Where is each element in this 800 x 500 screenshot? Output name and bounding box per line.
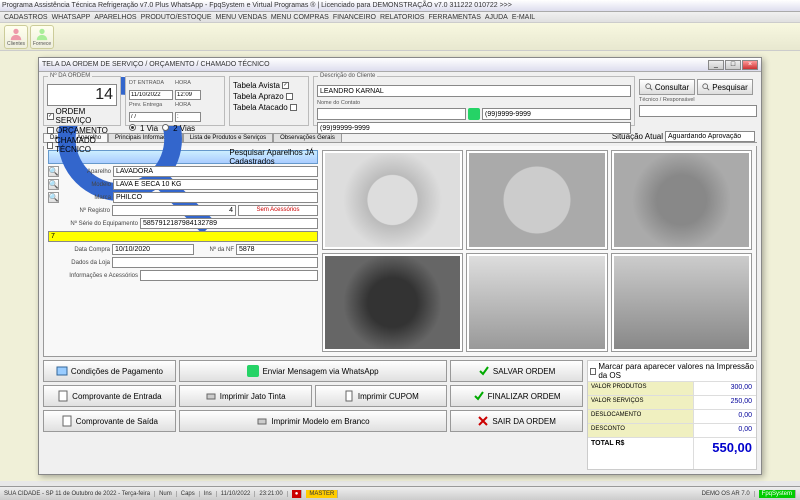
saida-button[interactable]: Comprovante de Saída	[43, 410, 176, 432]
cupom-button[interactable]: Imprimir CUPOM	[315, 385, 448, 407]
info-input[interactable]	[140, 270, 318, 281]
menu-compras[interactable]: MENU COMPRAS	[271, 14, 329, 21]
whatsapp-icon	[247, 365, 259, 377]
menu-whatsapp[interactable]: WHATSAPP	[52, 14, 91, 21]
pesquisar-button[interactable]: Pesquisar	[697, 79, 753, 95]
tecnico-label: Técnico / Responsável	[639, 97, 757, 103]
jato-button[interactable]: Imprimir Jato Tinta	[179, 385, 312, 407]
cliente-nome-input[interactable]	[317, 85, 631, 97]
tabela-atacado-check[interactable]	[290, 104, 297, 111]
dt-entrada-input[interactable]	[129, 90, 173, 100]
actions: Condições de Pagamento Enviar Mensagem v…	[43, 360, 583, 470]
toolbar-clientes[interactable]: Clientes	[4, 25, 28, 49]
maximize-button[interactable]: □	[725, 60, 741, 70]
app-titlebar: Programa Assistência Técnica Refrigeraçã…	[0, 0, 800, 12]
deslocamento: 0,00	[694, 410, 756, 423]
chamado-check[interactable]	[47, 142, 53, 149]
dt-prev-input[interactable]	[129, 112, 173, 122]
aparelho-search-icon[interactable]: 🔍	[48, 166, 59, 177]
statusbar: SUA CIDADE - SP 11 de Outubro de 2022 - …	[0, 486, 800, 500]
close-button[interactable]: ×	[742, 60, 758, 70]
status-master: MASTER	[306, 490, 338, 498]
contato-label: Nome do Contato	[317, 100, 360, 106]
fone2-input[interactable]	[317, 122, 631, 134]
data-compra-input[interactable]	[112, 244, 194, 255]
marca-input[interactable]	[113, 192, 318, 203]
image-3[interactable]	[611, 150, 752, 250]
aparelho-input[interactable]	[113, 166, 318, 177]
tab-obs[interactable]: Observações Gerais	[273, 133, 342, 142]
serie-yellow-input[interactable]	[48, 231, 318, 242]
salvar-button[interactable]: SALVAR ORDEM	[450, 360, 583, 382]
situacao-input[interactable]	[665, 131, 755, 142]
image-grid	[322, 150, 752, 352]
main-toolbar: Clientes Fornece	[0, 23, 800, 51]
marca-search-icon[interactable]: 🔍	[48, 192, 59, 203]
totals-panel: Marcar para aparecer valores na Impressã…	[587, 360, 757, 470]
tabela-group: Tabela Avista✓ Tabela Aprazo Tabela Atac…	[229, 76, 309, 126]
tabela-avista-check[interactable]: ✓	[282, 82, 289, 89]
status-city: SUA CIDADE - SP 11 de Outubro de 2022 - …	[4, 491, 155, 497]
desconto: 0,00	[694, 424, 756, 437]
fone1-input[interactable]	[482, 108, 631, 120]
image-4[interactable]	[322, 253, 463, 353]
condicoes-button[interactable]: Condições de Pagamento	[43, 360, 176, 382]
serie-input[interactable]	[140, 218, 318, 229]
contato-input[interactable]	[317, 108, 466, 120]
ordem-dialog: TELA DA ORDEM DE SERVIÇO / ORÇAMENTO / C…	[38, 57, 762, 475]
ordem-group: Nº DA ORDEM 14 ✓ORDEM SERVIÇO ORÇAMENTO …	[43, 76, 121, 126]
image-5[interactable]	[466, 253, 607, 353]
menubar: CADASTROS WHATSAPP APARELHOS PRODUTO/EST…	[0, 12, 800, 23]
menu-relatorios[interactable]: RELATORIOS	[380, 14, 424, 21]
valor-servicos: 250,00	[694, 396, 756, 409]
menu-aparelhos[interactable]: APARELHOS	[94, 14, 136, 21]
cliente-group: Descrição do Cliente Nome do Contato	[313, 76, 635, 126]
branco-button[interactable]: Imprimir Modelo em Branco	[179, 410, 448, 432]
hora-prev-input[interactable]	[175, 112, 201, 122]
image-6[interactable]	[611, 253, 752, 353]
desc-label: Descrição do Cliente	[318, 73, 377, 79]
registro-input[interactable]	[112, 205, 236, 216]
nf-input[interactable]	[236, 244, 318, 255]
entrada-button[interactable]: Comprovante de Entrada	[43, 385, 176, 407]
hora-entrada-input[interactable]	[175, 90, 201, 100]
image-2[interactable]	[466, 150, 607, 250]
loja-input[interactable]	[112, 257, 318, 268]
menu-produto[interactable]: PRODUTO/ESTOQUE	[141, 14, 212, 21]
ordem-label: Nº DA ORDEM	[48, 73, 92, 79]
minimize-button[interactable]: _	[708, 60, 724, 70]
top-buttons: Consultar Pesquisar Técnico / Responsáve…	[639, 76, 757, 126]
sair-button[interactable]: SAIR DA ORDEM	[450, 410, 583, 432]
toolbar-fornece[interactable]: Fornece	[30, 25, 54, 49]
finalizar-button[interactable]: FINALIZAR ORDEM	[450, 385, 583, 407]
via1-radio[interactable]	[129, 124, 136, 131]
menu-email[interactable]: E-MAIL	[512, 14, 535, 21]
via2-radio[interactable]	[162, 124, 169, 131]
marcar-check[interactable]	[590, 368, 596, 375]
menu-cadastros[interactable]: CADASTROS	[4, 14, 48, 21]
whatsapp-icon[interactable]	[468, 108, 480, 120]
modelo-search-icon[interactable]: 🔍	[48, 179, 59, 190]
valor-produtos: 300,00	[694, 382, 756, 395]
image-1[interactable]	[322, 150, 463, 250]
menu-ajuda[interactable]: AJUDA	[485, 14, 508, 21]
orcamento-check[interactable]	[47, 127, 54, 134]
total: 550,00	[694, 438, 756, 469]
tab-content: Pesquisar Aparelhos JÁ Cadastrados 🔍Apar…	[43, 146, 757, 357]
tecnico-input[interactable]	[639, 105, 757, 117]
menu-financeiro[interactable]: FINANCEIRO	[333, 14, 376, 21]
whatsapp-button[interactable]: Enviar Mensagem via WhatsApp	[179, 360, 448, 382]
modelo-input[interactable]	[113, 179, 318, 190]
datas-group: DT ENTRADAHORA Prev. EntregaHORA 1 Via2 …	[125, 76, 225, 126]
consultar-button[interactable]: Consultar	[639, 79, 695, 95]
ordem-number: 14	[47, 84, 117, 106]
tabela-aprazo-check[interactable]	[286, 93, 293, 100]
menu-ferramentas[interactable]: FERRAMENTAS	[428, 14, 480, 21]
menu-vendas[interactable]: MENU VENDAS	[216, 14, 267, 21]
ordem-servico-check[interactable]: ✓	[47, 113, 54, 120]
sem-acessorios-select[interactable]: Sem Acessórios	[238, 205, 318, 216]
